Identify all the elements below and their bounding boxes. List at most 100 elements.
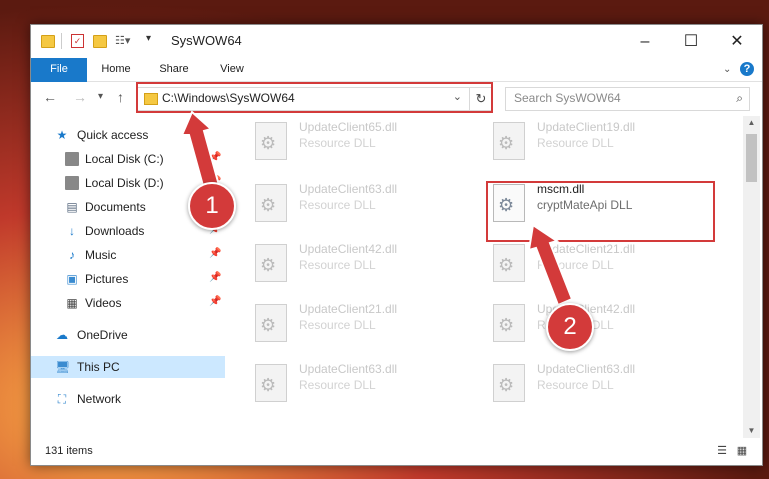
search-box[interactable]: Search SysWOW64 ⌕	[505, 87, 750, 111]
folder-icon	[41, 35, 55, 48]
file-description: cryptMateApi DLL	[537, 198, 633, 212]
sidebar-item-label: Local Disk (D:)	[85, 176, 164, 190]
file-name: UpdateClient63.dll	[299, 362, 398, 376]
sidebar-item-videos[interactable]: ▦ Videos 📌	[31, 292, 225, 314]
navigation-pane: ★ Quick access Local Disk (C:) 📌 Local D…	[31, 116, 225, 438]
sidebar-item-label: Quick access	[77, 128, 149, 142]
network-icon: ⛶	[57, 392, 67, 406]
sidebar-item-label: Music	[85, 248, 117, 262]
file-item[interactable]: ⚙ UpdateClient63.dll Resource DLL	[227, 358, 457, 414]
file-item[interactable]: ⚙ UpdateClient19.dll Resource DLL	[465, 116, 695, 172]
sidebar-item-label: Documents	[85, 200, 146, 214]
divider	[61, 33, 62, 49]
tab-share[interactable]: Share	[153, 58, 195, 81]
sidebar-item-local-disk-c[interactable]: Local Disk (C:) 📌	[31, 148, 225, 170]
scroll-thumb[interactable]	[746, 134, 757, 182]
file-item[interactable]: ⚙ UpdateClient63.dll Resource DLL	[227, 178, 457, 234]
file-description: Resource DLL	[537, 378, 614, 392]
recent-locations-button[interactable]: ▾	[98, 91, 103, 102]
videos-icon: ▦	[66, 296, 78, 310]
sidebar-item-this-pc[interactable]: 🖥 This PC	[31, 356, 225, 378]
callout-2: 2	[546, 303, 594, 351]
pin-icon[interactable]: 📌	[209, 272, 221, 283]
callout-1: 1	[188, 182, 236, 230]
pin-icon[interactable]: 📌	[209, 248, 221, 259]
sidebar-item-label: Local Disk (C:)	[85, 152, 164, 166]
music-icon: ♪	[69, 248, 75, 262]
file-item-mscm[interactable]: ⚙ mscm.dll cryptMateApi DLL	[465, 178, 695, 234]
navigation-bar: ← → ▾ ↑ C:\Windows\SysWOW64 ⌄ ↻ Search S…	[31, 82, 762, 114]
properties-icon[interactable]: ✓	[71, 34, 84, 48]
close-button[interactable]: ✕	[714, 25, 760, 58]
sidebar-item-pictures[interactable]: ▣ Pictures 📌	[31, 268, 225, 290]
back-button[interactable]: ←	[43, 89, 57, 105]
up-button[interactable]: ↑	[117, 89, 124, 105]
scroll-down-button[interactable]: ▼	[743, 424, 760, 438]
large-icons-view-button[interactable]: ▦	[735, 445, 749, 457]
file-description: Resource DLL	[537, 136, 614, 150]
file-item[interactable]: ⚙ UpdateClient63.dll Resource DLL	[465, 358, 695, 414]
sidebar-item-label: Downloads	[85, 224, 145, 238]
status-bar: 131 items ☰ ▦	[31, 439, 762, 464]
gear-icon: ⚙	[498, 195, 515, 215]
scroll-up-button[interactable]: ▲	[743, 116, 760, 130]
search-input[interactable]: Search SysWOW64	[514, 91, 621, 105]
folder-icon	[144, 93, 158, 105]
file-list[interactable]: ⚙ UpdateClient65.dll Resource DLL ⚙ Upda…	[227, 116, 743, 438]
refresh-button[interactable]: ↻	[469, 88, 492, 110]
sidebar-item-quick-access[interactable]: ★ Quick access	[31, 124, 225, 146]
help-icon[interactable]: ?	[740, 62, 754, 76]
file-name: UpdateClient21.dll	[537, 242, 636, 256]
file-item[interactable]: ⚙ UpdateClient42.dll Resource DLL	[227, 238, 457, 294]
forward-button[interactable]: →	[73, 89, 87, 105]
maximize-button[interactable]: ☐	[668, 25, 714, 58]
tab-home[interactable]: Home	[95, 58, 137, 81]
file-item[interactable]: ⚙ UpdateClient21.dll Resource DLL	[465, 238, 695, 294]
star-icon: ★	[56, 128, 68, 142]
sidebar-item-label: Network	[77, 392, 122, 406]
gear-icon: ⚙	[498, 255, 515, 275]
file-name: UpdateClient65.dll	[299, 120, 398, 134]
documents-icon: ▤	[66, 200, 78, 214]
file-name: UpdateClient19.dll	[537, 120, 636, 134]
pc-icon: 🖥	[55, 360, 71, 374]
chevron-down-icon[interactable]: ⌄	[453, 90, 462, 103]
sidebar-item-label: OneDrive	[77, 328, 128, 342]
file-description: Resource DLL	[299, 258, 376, 272]
address-path[interactable]: C:\Windows\SysWOW64	[162, 91, 295, 105]
new-folder-icon[interactable]	[93, 35, 107, 48]
dropdown-icon[interactable]: ▾	[146, 33, 160, 47]
search-icon[interactable]: ⌕	[736, 91, 743, 106]
ribbon-expand-icon[interactable]: ⌄	[723, 64, 731, 75]
explorer-window: ✓ ☷▾ ▾ SysWOW64 – ☐ ✕ File Home Share Vi…	[30, 24, 763, 466]
tab-view[interactable]: View	[211, 58, 253, 81]
gear-icon: ⚙	[498, 375, 515, 395]
file-description: Resource DLL	[537, 258, 614, 272]
file-item[interactable]: ⚙ UpdateClient21.dll Resource DLL	[227, 298, 457, 354]
file-name: UpdateClient63.dll	[299, 182, 398, 196]
file-name: UpdateClient42.dll	[299, 242, 398, 256]
file-description: Resource DLL	[299, 378, 376, 392]
file-description: Resource DLL	[299, 136, 376, 150]
gear-icon: ⚙	[260, 195, 277, 215]
drive-icon	[65, 176, 79, 190]
item-count: 131 items	[45, 445, 93, 457]
pin-icon[interactable]: 📌	[209, 152, 221, 163]
file-description: Resource DLL	[299, 198, 376, 212]
title-bar: ✓ ☷▾ ▾ SysWOW64 – ☐ ✕	[31, 25, 762, 58]
sidebar-item-music[interactable]: ♪ Music 📌	[31, 244, 225, 266]
sidebar-item-onedrive[interactable]: ☁ OneDrive	[31, 324, 225, 346]
pin-icon[interactable]: 📌	[209, 296, 221, 307]
gear-icon: ⚙	[260, 375, 277, 395]
file-name: UpdateClient21.dll	[299, 302, 398, 316]
details-view-button[interactable]: ☰	[715, 445, 729, 457]
sidebar-item-network[interactable]: ⛶ Network	[31, 388, 225, 410]
vertical-scrollbar[interactable]: ▲ ▼	[743, 116, 760, 438]
address-bar[interactable]: C:\Windows\SysWOW64 ⌄ ↻	[137, 87, 493, 111]
file-item[interactable]: ⚙ UpdateClient65.dll Resource DLL	[227, 116, 457, 172]
minimize-button[interactable]: –	[622, 25, 668, 58]
gear-icon: ⚙	[260, 315, 277, 335]
customize-toolbar-icon[interactable]: ☷▾	[115, 34, 130, 48]
sidebar-item-label: This PC	[77, 360, 120, 374]
file-description: Resource DLL	[299, 318, 376, 332]
